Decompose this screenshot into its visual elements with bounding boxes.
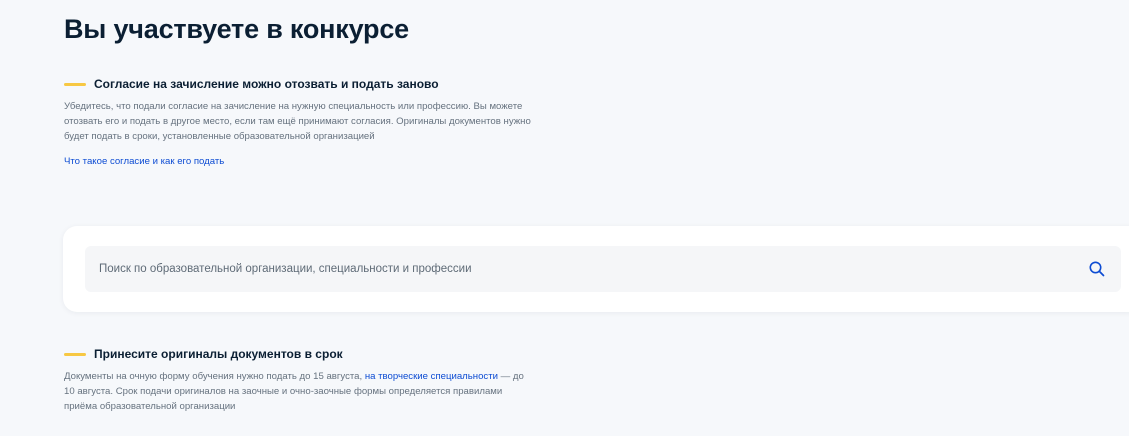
search-card [63, 226, 1129, 312]
notice-title: Согласие на зачисление можно отозвать и … [94, 77, 439, 91]
consent-notice: Согласие на зачисление можно отозвать и … [64, 74, 544, 169]
search-icon-graphic [1089, 261, 1105, 277]
page: Вы участвуете в конкурсе Согласие на зач… [0, 0, 1129, 436]
search-box[interactable] [85, 246, 1121, 292]
notice-text-start: Документы на очную форму обучения нужно … [64, 371, 363, 382]
notice-text: Документы на очную форму обучения нужно … [64, 369, 534, 414]
notice-title: Принесите оригиналы документов в срок [94, 347, 343, 361]
search-icon[interactable] [1088, 260, 1106, 278]
yellow-dash-icon [64, 82, 86, 86]
notice-header: Принесите оригиналы документов в срок [64, 344, 544, 364]
yellow-dash-icon [64, 352, 86, 356]
creative-specialties-link[interactable]: на творческие специальности [365, 371, 498, 382]
originals-notice: Принесите оригиналы документов в срок До… [64, 344, 544, 414]
consent-info-link[interactable]: Что такое согласие и как его подать [64, 156, 224, 167]
page-title: Вы участвуете в конкурсе [64, 14, 409, 44]
search-input[interactable] [99, 246, 1059, 292]
notice-text: Убедитесь, что подали согласие на зачисл… [64, 101, 531, 142]
notice-header: Согласие на зачисление можно отозвать и … [64, 74, 544, 94]
